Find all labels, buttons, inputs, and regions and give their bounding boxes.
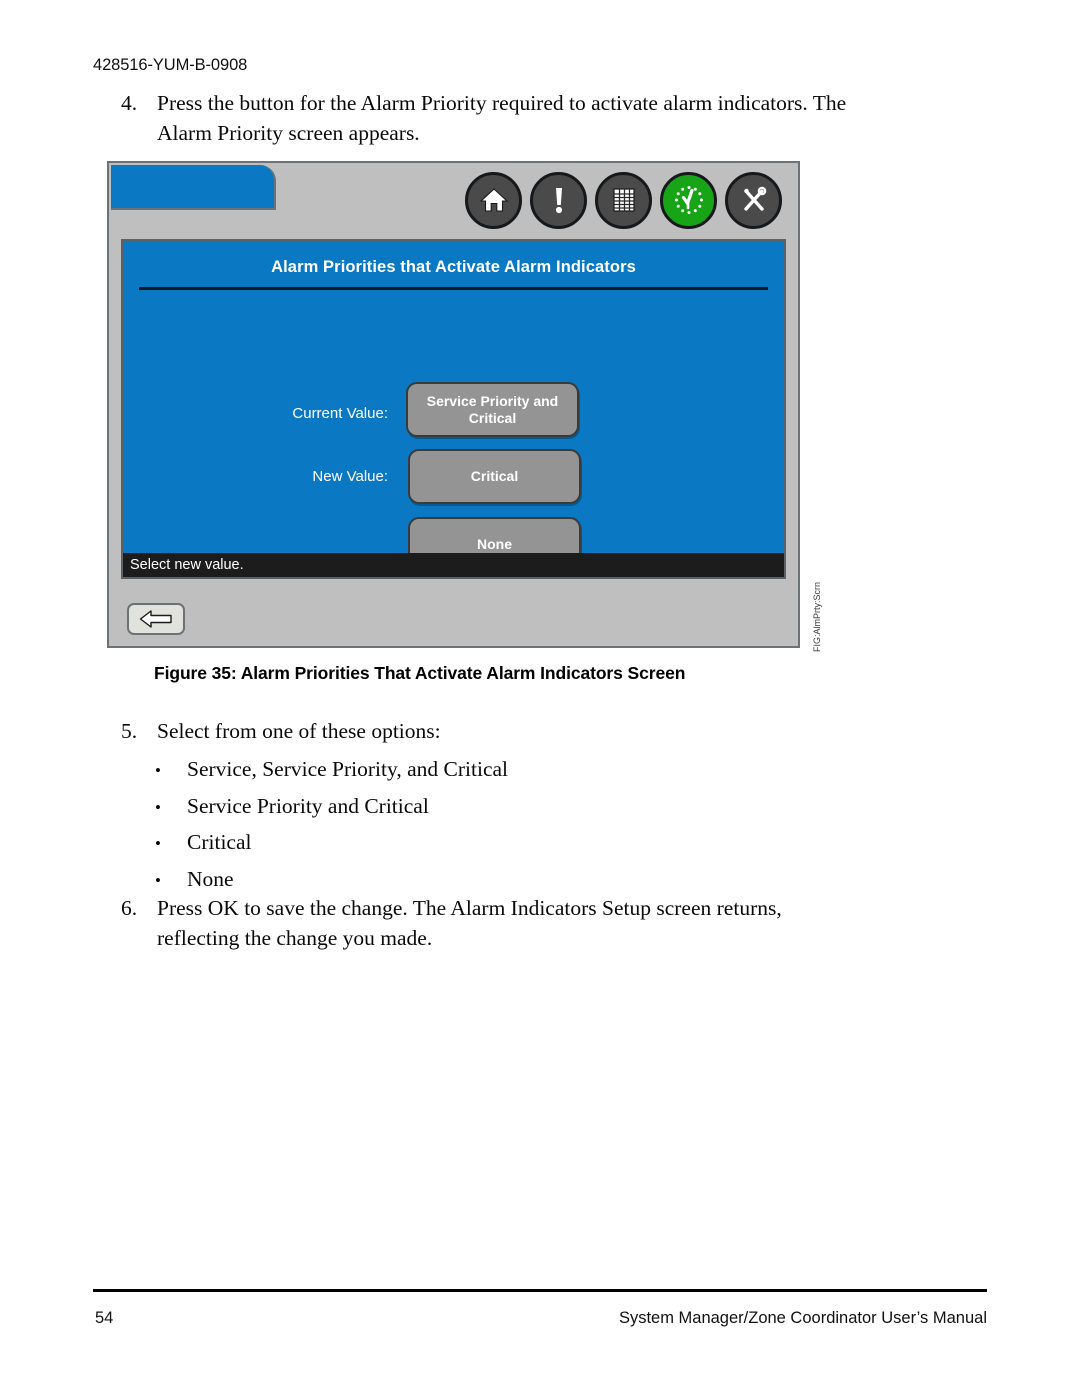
new-value-label: New Value:: [312, 468, 388, 485]
step-item-4: 4. Press the button for the Alarm Priori…: [118, 88, 878, 148]
alarm-icon[interactable]: [530, 171, 587, 229]
list-item-text: Critical: [187, 830, 252, 854]
footer-title: System Manager/Zone Coordinator User’s M…: [618, 1309, 987, 1327]
footer-divider: [93, 1289, 987, 1292]
step-text: Press the button for the Alarm Priority …: [157, 91, 847, 145]
back-button[interactable]: [127, 603, 185, 635]
list-item: • Service, Service Priority, and Critica…: [155, 752, 855, 789]
figure-35: Alarm Priorities that Activate Alarm Ind…: [107, 161, 800, 648]
step-number: 6.: [121, 896, 138, 920]
status-bar: Select new value.: [123, 553, 784, 577]
status-message: Select new value.: [130, 557, 244, 573]
bullet-marker: •: [155, 761, 161, 780]
margin-note-text: FIG:AlmPrty:Scrn: [812, 581, 823, 653]
current-value-label: Current Value:: [292, 405, 388, 422]
screen-title: Alarm Priorities that Activate Alarm Ind…: [271, 258, 636, 276]
clock-status-icon[interactable]: [660, 171, 717, 229]
back-arrow-icon: [139, 610, 172, 628]
bullet-marker: •: [155, 797, 161, 817]
running-header: 428516-YUM-B-0908: [93, 56, 248, 74]
home-icon[interactable]: [465, 171, 522, 229]
current-value-button[interactable]: Service Priority and Critical: [406, 382, 579, 437]
new-value-critical-button[interactable]: Critical: [408, 449, 581, 504]
figure-margin-note: FIG:AlmPrty:Scrn: [806, 578, 828, 658]
step-text: Press OK to save the change. The Alarm I…: [157, 896, 782, 950]
options-list: • Service, Service Priority, and Critica…: [155, 752, 855, 898]
list-item: • Critical: [155, 825, 855, 862]
step-number: 4.: [121, 91, 138, 115]
list-item-text: None: [187, 866, 234, 891]
bullet-marker: •: [155, 834, 161, 853]
step-item-6: 6. Press OK to save the change. The Alar…: [118, 893, 898, 953]
tools-icon[interactable]: [725, 171, 782, 229]
page-number: 54: [95, 1309, 114, 1327]
application-screen: Alarm Priorities that Activate Alarm Ind…: [121, 239, 786, 579]
title-divider: [139, 287, 768, 290]
list-item-text: Service, Service Priority, and Critical: [187, 757, 509, 781]
manual-page: 428516-YUM-B-0908 4. Press the button fo…: [0, 0, 1080, 1397]
step-text: Select from one of these options:: [157, 719, 441, 743]
step-item-5: 5. Select from one of these options:: [118, 716, 878, 746]
list-item: • Service Priority and Critical: [155, 789, 855, 826]
list-item-text: Service Priority and Critical: [187, 793, 429, 818]
figure-caption: Figure 35: Alarm Priorities That Activat…: [154, 663, 686, 683]
step-number: 5.: [121, 719, 138, 743]
device-screen-frame: Alarm Priorities that Activate Alarm Ind…: [107, 161, 800, 648]
device-toolbar: [465, 169, 782, 231]
screen-tab[interactable]: [111, 165, 276, 210]
schedule-grid-icon[interactable]: [595, 171, 652, 229]
